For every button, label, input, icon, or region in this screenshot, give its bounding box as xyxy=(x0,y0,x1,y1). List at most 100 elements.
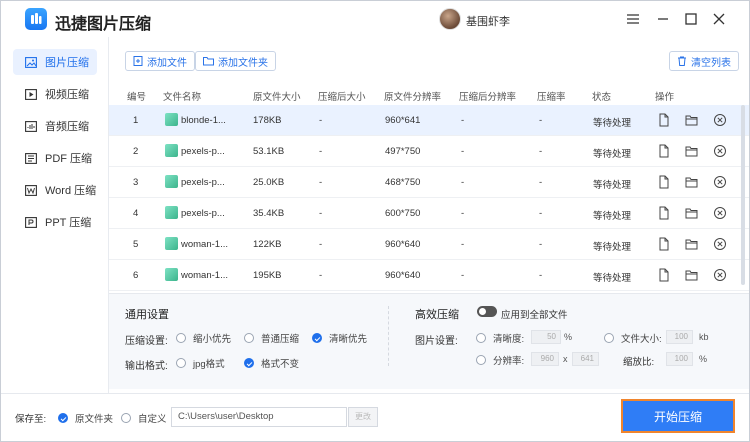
table-row[interactable]: 5 woman-1... 122KB - 960*640 - - 等待处理 xyxy=(109,229,749,260)
status: 等待处理 xyxy=(593,211,632,222)
table-row[interactable]: 2 pexels-p... 53.1KB - 497*750 - - 等待处理 xyxy=(109,136,749,167)
original-size: 53.1KB xyxy=(253,146,285,157)
file-icon[interactable] xyxy=(657,113,671,127)
close-icon[interactable] xyxy=(709,9,729,29)
settings-divider xyxy=(388,306,389,366)
row-number: 3 xyxy=(133,177,139,188)
filesize-option[interactable]: 文件大小: xyxy=(604,331,662,345)
compressed-resolution: - xyxy=(461,270,465,281)
original-size: 35.4KB xyxy=(253,208,285,219)
menu-icon[interactable] xyxy=(623,9,643,29)
scale-label: 缩放比: xyxy=(623,357,655,368)
audio-icon xyxy=(25,120,37,132)
start-compress-button[interactable]: 开始压缩 xyxy=(621,399,735,433)
compressed-resolution: - xyxy=(461,239,465,250)
filesize-input[interactable]: 100 xyxy=(666,330,693,344)
file-icon[interactable] xyxy=(657,237,671,251)
trash-icon xyxy=(678,56,686,66)
open-folder-icon[interactable] xyxy=(685,113,699,127)
compress-option-normal[interactable]: 普通压缩 xyxy=(244,331,299,345)
file-icon[interactable] xyxy=(657,206,671,220)
add-file-button[interactable]: 添加文件 xyxy=(125,51,195,71)
clarity-option[interactable]: 清晰度: xyxy=(476,331,524,345)
file-name: pexels-p... xyxy=(181,177,225,188)
clarity-input[interactable]: 50 xyxy=(531,330,561,344)
change-path-button[interactable]: 更改 xyxy=(348,407,378,427)
remove-icon[interactable] xyxy=(713,175,727,189)
file-icon[interactable] xyxy=(657,268,671,282)
remove-icon[interactable] xyxy=(713,144,727,158)
clarity-unit: % xyxy=(564,332,573,342)
table-row[interactable]: 1 blonde-1... 178KB - 960*641 - - 等待处理 xyxy=(109,105,749,136)
sidebar-item-pdf[interactable]: PDF 压缩 xyxy=(13,145,97,171)
sidebar-item-label: 视频压缩 xyxy=(45,89,89,101)
add-folder-button[interactable]: 添加文件夹 xyxy=(195,51,276,71)
open-folder-icon[interactable] xyxy=(685,268,699,282)
format-option-jpg[interactable]: jpg格式 xyxy=(176,356,225,370)
resolution-separator: x xyxy=(563,354,568,364)
compress-setting-label: 压缩设置: xyxy=(125,336,168,347)
table-row[interactable]: 3 pexels-p... 25.0KB - 468*750 - - 等待处理 xyxy=(109,167,749,198)
add-folder-label: 添加文件夹 xyxy=(218,57,268,69)
status: 等待处理 xyxy=(593,149,632,160)
remove-icon[interactable] xyxy=(713,237,727,251)
original-size: 122KB xyxy=(253,239,282,250)
resolution-width-input[interactable]: 960 xyxy=(531,352,559,366)
file-name: blonde-1... xyxy=(181,115,226,126)
image-thumbnail-icon xyxy=(165,237,178,250)
resolution-option[interactable]: 分辨率: xyxy=(476,353,524,367)
apply-all-toggle[interactable] xyxy=(477,306,497,317)
image-thumbnail-icon xyxy=(165,268,178,281)
table-header: 编号 文件名称 原文件大小 压缩后大小 原文件分辨率 压缩后分辨率 压缩率 状态… xyxy=(109,83,749,105)
col-header: 编号 xyxy=(127,92,147,103)
sidebar-item-video[interactable]: 视频压缩 xyxy=(13,81,97,107)
remove-icon[interactable] xyxy=(713,113,727,127)
original-size: 25.0KB xyxy=(253,177,285,188)
compressed-size: - xyxy=(319,146,323,157)
original-resolution: 960*640 xyxy=(385,239,421,250)
clear-list-button[interactable]: 清空列表 xyxy=(669,51,739,71)
scale-input[interactable]: 100 xyxy=(666,352,693,366)
sidebar-item-label: PDF 压缩 xyxy=(45,153,93,165)
save-custom-option[interactable]: 自定义 xyxy=(121,411,167,425)
col-header: 压缩后分辨率 xyxy=(459,92,517,103)
scale-unit: % xyxy=(699,354,708,364)
save-original-folder-option[interactable]: 原文件夹 xyxy=(58,411,113,425)
original-resolution: 468*750 xyxy=(385,177,421,188)
col-header: 压缩后大小 xyxy=(318,92,366,103)
file-name: pexels-p... xyxy=(181,208,225,219)
table-scrollbar[interactable] xyxy=(741,105,745,285)
col-header: 原文件分辨率 xyxy=(384,92,442,103)
format-option-keep[interactable]: 格式不变 xyxy=(244,356,299,370)
general-settings-title: 通用设置 xyxy=(125,309,169,321)
sidebar-item-image[interactable]: 图片压缩 xyxy=(13,49,97,75)
compress-option-small[interactable]: 缩小优先 xyxy=(176,331,231,345)
user-name[interactable]: 基围虾李 xyxy=(466,13,510,29)
file-icon[interactable] xyxy=(657,175,671,189)
filesize-unit: kb xyxy=(699,332,709,342)
file-icon[interactable] xyxy=(657,144,671,158)
avatar[interactable] xyxy=(439,8,461,30)
save-path-input[interactable]: C:\Users\user\Desktop xyxy=(171,407,347,427)
remove-icon[interactable] xyxy=(713,268,727,282)
open-folder-icon[interactable] xyxy=(685,144,699,158)
table-row[interactable]: 6 woman-1... 195KB - 960*640 - - 等待处理 xyxy=(109,260,749,291)
sidebar-item-audio[interactable]: 音频压缩 xyxy=(13,113,97,139)
maximize-icon[interactable] xyxy=(681,9,701,29)
image-icon xyxy=(25,56,37,68)
app-title: 迅捷图片压缩 xyxy=(55,16,152,33)
compress-option-clear[interactable]: 清晰优先 xyxy=(312,331,367,345)
sidebar-item-ppt[interactable]: PPT 压缩 xyxy=(13,209,97,235)
open-folder-icon[interactable] xyxy=(685,237,699,251)
table-row[interactable]: 4 pexels-p... 35.4KB - 600*750 - - 等待处理 xyxy=(109,198,749,229)
sidebar-item-word[interactable]: Word 压缩 xyxy=(13,177,97,203)
minimize-icon[interactable] xyxy=(653,9,673,29)
resolution-height-input[interactable]: 641 xyxy=(572,352,599,366)
remove-icon[interactable] xyxy=(713,206,727,220)
open-folder-icon[interactable] xyxy=(685,175,699,189)
compression-ratio: - xyxy=(539,177,543,188)
status: 等待处理 xyxy=(593,118,632,129)
original-resolution: 497*750 xyxy=(385,146,421,157)
row-number: 2 xyxy=(133,146,139,157)
open-folder-icon[interactable] xyxy=(685,206,699,220)
